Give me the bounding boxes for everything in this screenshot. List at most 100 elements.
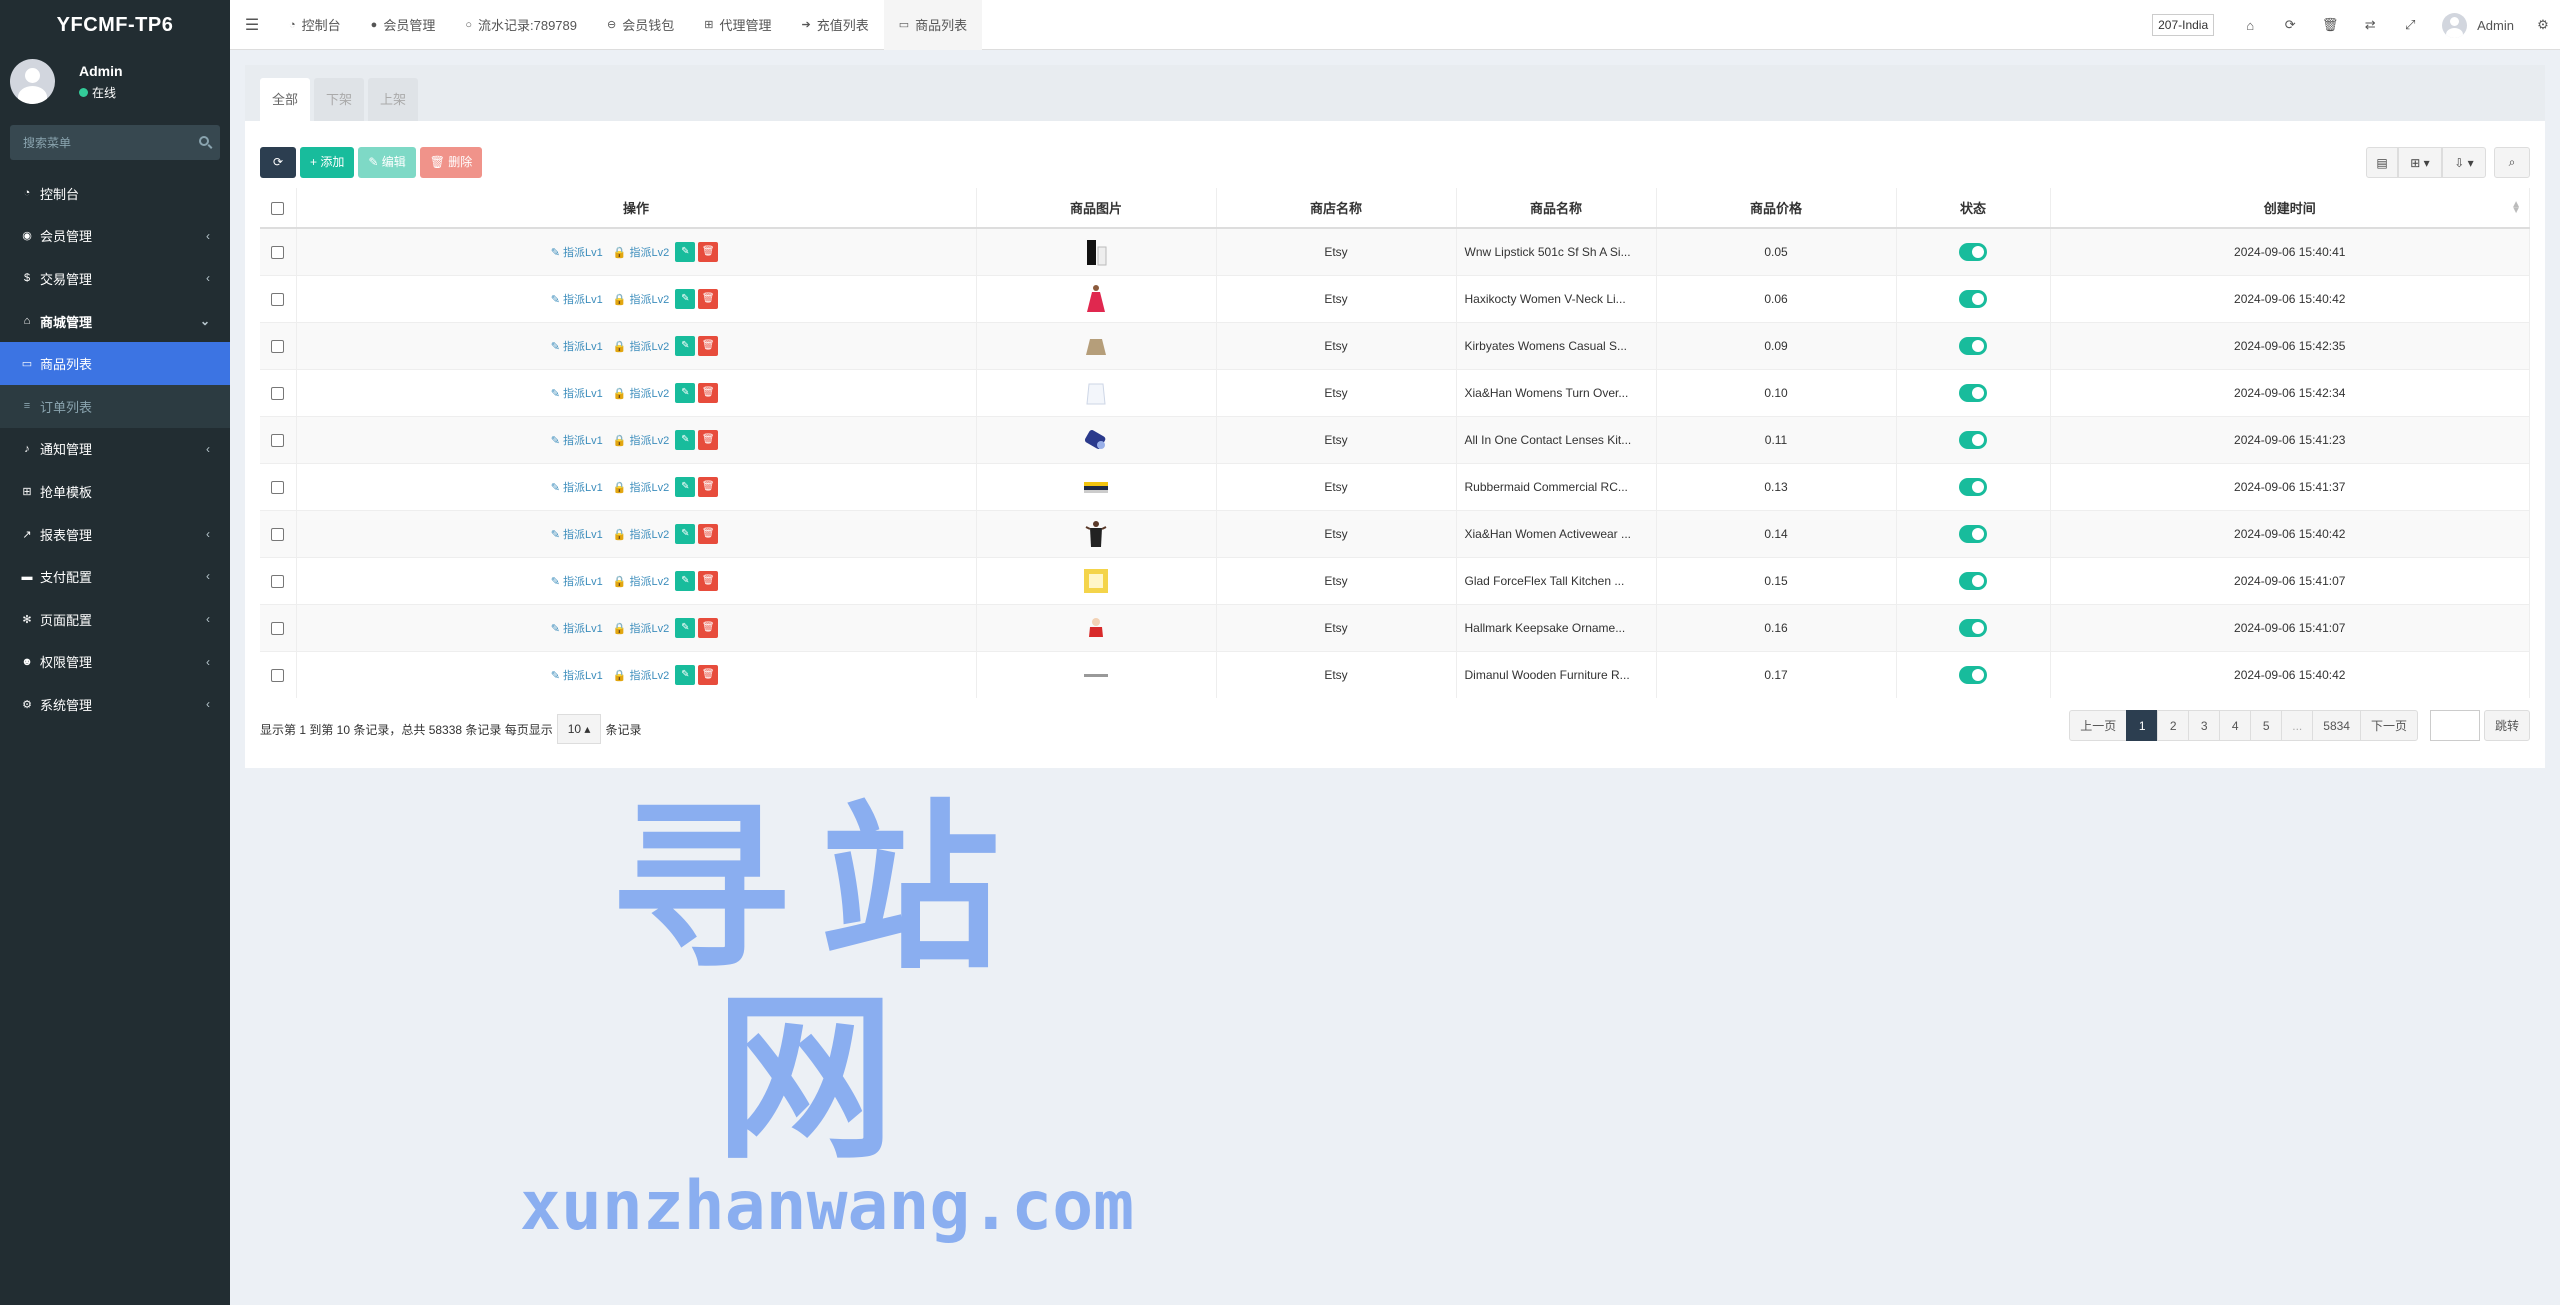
row-delete-button[interactable]: 🗑 <box>698 664 719 685</box>
select-all-checkbox[interactable] <box>271 202 285 216</box>
row-checkbox[interactable] <box>271 574 285 588</box>
row-checkbox[interactable] <box>271 245 285 259</box>
assign-lv1-link[interactable]: ✎ 指派Lv1 <box>551 667 603 683</box>
page-size-select[interactable]: 10 ▴ <box>556 714 602 744</box>
product-image[interactable] <box>1081 425 1111 455</box>
row-delete-button[interactable]: 🗑 <box>698 476 719 497</box>
sidebar-item-9[interactable]: ▬ 支付配置 ‹ <box>0 555 230 598</box>
nav-tab-0[interactable]: ◔ 控制台 <box>274 0 356 50</box>
assign-lv2-link[interactable]: 🔒 指派Lv2 <box>613 385 670 401</box>
export-icon[interactable]: ⇩ ▾ <box>2442 147 2486 178</box>
jump-button[interactable]: 跳转 <box>2483 710 2530 741</box>
settings-icon[interactable]: ⚙ <box>2526 0 2560 50</box>
product-image[interactable] <box>1081 284 1111 314</box>
status-toggle[interactable] <box>1959 383 1987 402</box>
table-row[interactable]: ✎ 指派Lv1 🔒 指派Lv2 ✎ 🗑 Etsy Wnw Lipstick 501c Sf… <box>260 227 2530 275</box>
table-row[interactable]: ✎ 指派Lv1 🔒 指派Lv2 ✎ 🗑 Etsy Xia&Han Womens Turn … <box>260 368 2530 416</box>
product-image[interactable] <box>1081 660 1111 690</box>
row-delete-button[interactable]: 🗑 <box>698 288 719 309</box>
row-delete-button[interactable]: 🗑 <box>698 241 719 262</box>
product-image[interactable] <box>1081 519 1111 549</box>
row-edit-button[interactable]: ✎ <box>675 617 696 638</box>
tab-all[interactable]: 全部 <box>260 78 311 121</box>
row-delete-button[interactable]: 🗑 <box>698 570 719 591</box>
product-image[interactable] <box>1081 331 1111 361</box>
table-row[interactable]: ✎ 指派Lv1 🔒 指派Lv2 ✎ 🗑 Etsy All In One Contact L… <box>260 415 2530 463</box>
status-toggle[interactable] <box>1959 665 1987 684</box>
row-edit-button[interactable]: ✎ <box>675 664 696 685</box>
sidebar-item-7[interactable]: ⊞ 抢单模板 <box>0 470 230 513</box>
tab-on-shelf[interactable]: 上架 <box>368 78 419 121</box>
page-button[interactable]: 1 <box>2126 710 2159 741</box>
nav-user[interactable]: Admin <box>2430 0 2526 50</box>
row-checkbox[interactable] <box>271 621 285 635</box>
row-checkbox[interactable] <box>271 527 285 541</box>
product-image[interactable] <box>1081 566 1111 596</box>
status-toggle[interactable] <box>1959 242 1987 261</box>
edit-button[interactable]: ✎ 编辑 <box>358 147 416 178</box>
translate-icon[interactable]: ⇄ <box>2350 0 2390 50</box>
add-button[interactable]: + 添加 <box>300 147 355 178</box>
row-edit-button[interactable]: ✎ <box>675 476 696 497</box>
assign-lv1-link[interactable]: ✎ 指派Lv1 <box>551 432 603 448</box>
row-edit-button[interactable]: ✎ <box>675 570 696 591</box>
row-edit-button[interactable]: ✎ <box>675 429 696 450</box>
assign-lv2-link[interactable]: 🔒 指派Lv2 <box>613 338 670 354</box>
row-checkbox[interactable] <box>271 339 285 353</box>
sidebar-item-0[interactable]: ◔ 控制台 <box>0 172 230 215</box>
assign-lv1-link[interactable]: ✎ 指派Lv1 <box>551 573 603 589</box>
row-edit-button[interactable]: ✎ <box>675 523 696 544</box>
sidebar-item-4[interactable]: ▭ 商品列表 <box>0 342 230 385</box>
assign-lv2-link[interactable]: 🔒 指派Lv2 <box>613 667 670 683</box>
nav-tab-6[interactable]: ▭ 商品列表 <box>883 0 983 50</box>
product-image[interactable] <box>1081 237 1111 267</box>
status-toggle[interactable] <box>1959 289 1987 308</box>
sort-icon[interactable]: ▲ ▼ <box>2511 200 2521 216</box>
row-edit-button[interactable]: ✎ <box>675 241 696 262</box>
refresh-icon[interactable]: ⟳ <box>2270 0 2310 50</box>
assign-lv2-link[interactable]: 🔒 指派Lv2 <box>613 526 670 542</box>
page-button[interactable]: 2 <box>2157 710 2190 741</box>
status-toggle[interactable] <box>1959 477 1987 496</box>
assign-lv1-link[interactable]: ✎ 指派Lv1 <box>551 291 603 307</box>
row-delete-button[interactable]: 🗑 <box>698 523 719 544</box>
row-checkbox[interactable] <box>271 668 285 682</box>
row-edit-button[interactable]: ✎ <box>675 335 696 356</box>
sidebar-item-2[interactable]: $ 交易管理 ‹ <box>0 257 230 300</box>
sidebar-item-3[interactable]: ⌂ 商城管理 ⌄ <box>0 300 230 343</box>
status-toggle[interactable] <box>1959 524 1987 543</box>
search-toggle-icon[interactable]: ⌕ <box>2494 147 2530 178</box>
sidebar-item-11[interactable]: ☻ 权限管理 ‹ <box>0 641 230 684</box>
next-page-button[interactable]: 下一页 <box>2359 710 2418 741</box>
table-row[interactable]: ✎ 指派Lv1 🔒 指派Lv2 ✎ 🗑 Etsy Haxikocty Women V-Ne… <box>260 274 2530 322</box>
status-toggle[interactable] <box>1959 571 1987 590</box>
nav-tab-1[interactable]: ● 会员管理 <box>356 0 451 50</box>
language-select[interactable]: 207-India <box>2152 14 2215 36</box>
status-toggle[interactable] <box>1959 430 1987 449</box>
assign-lv1-link[interactable]: ✎ 指派Lv1 <box>551 526 603 542</box>
table-row[interactable]: ✎ 指派Lv1 🔒 指派Lv2 ✎ 🗑 Etsy Xia&Han Women Active… <box>260 509 2530 557</box>
assign-lv2-link[interactable]: 🔒 指派Lv2 <box>613 479 670 495</box>
row-edit-button[interactable]: ✎ <box>675 288 696 309</box>
assign-lv2-link[interactable]: 🔒 指派Lv2 <box>613 432 670 448</box>
status-toggle[interactable] <box>1959 336 1987 355</box>
row-checkbox[interactable] <box>271 433 285 447</box>
product-image[interactable] <box>1081 472 1111 502</box>
table-row[interactable]: ✎ 指派Lv1 🔒 指派Lv2 ✎ 🗑 Etsy Rubbermaid Commercia… <box>260 462 2530 510</box>
nav-tab-3[interactable]: ⊖ 会员钱包 <box>592 0 689 50</box>
assign-lv2-link[interactable]: 🔒 指派Lv2 <box>613 291 670 307</box>
row-delete-button[interactable]: 🗑 <box>698 335 719 356</box>
page-button[interactable]: 3 <box>2188 710 2221 741</box>
columns-icon[interactable]: ⊞ ▾ <box>2398 147 2442 178</box>
assign-lv1-link[interactable]: ✎ 指派Lv1 <box>551 620 603 636</box>
assign-lv1-link[interactable]: ✎ 指派Lv1 <box>551 244 603 260</box>
page-button[interactable]: 4 <box>2219 710 2252 741</box>
tab-off-shelf[interactable]: 下架 <box>314 78 365 121</box>
assign-lv1-link[interactable]: ✎ 指派Lv1 <box>551 338 603 354</box>
fullscreen-icon[interactable]: ⤢ <box>2390 0 2430 50</box>
sidebar-item-8[interactable]: ↗ 报表管理 ‹ <box>0 513 230 556</box>
row-delete-button[interactable]: 🗑 <box>698 617 719 638</box>
sidebar-item-10[interactable]: ✻ 页面配置 ‹ <box>0 598 230 641</box>
app-logo[interactable]: YFCMF-TP6 <box>0 0 230 50</box>
table-row[interactable]: ✎ 指派Lv1 🔒 指派Lv2 ✎ 🗑 Etsy Dimanul Wooden Furni… <box>260 650 2530 698</box>
